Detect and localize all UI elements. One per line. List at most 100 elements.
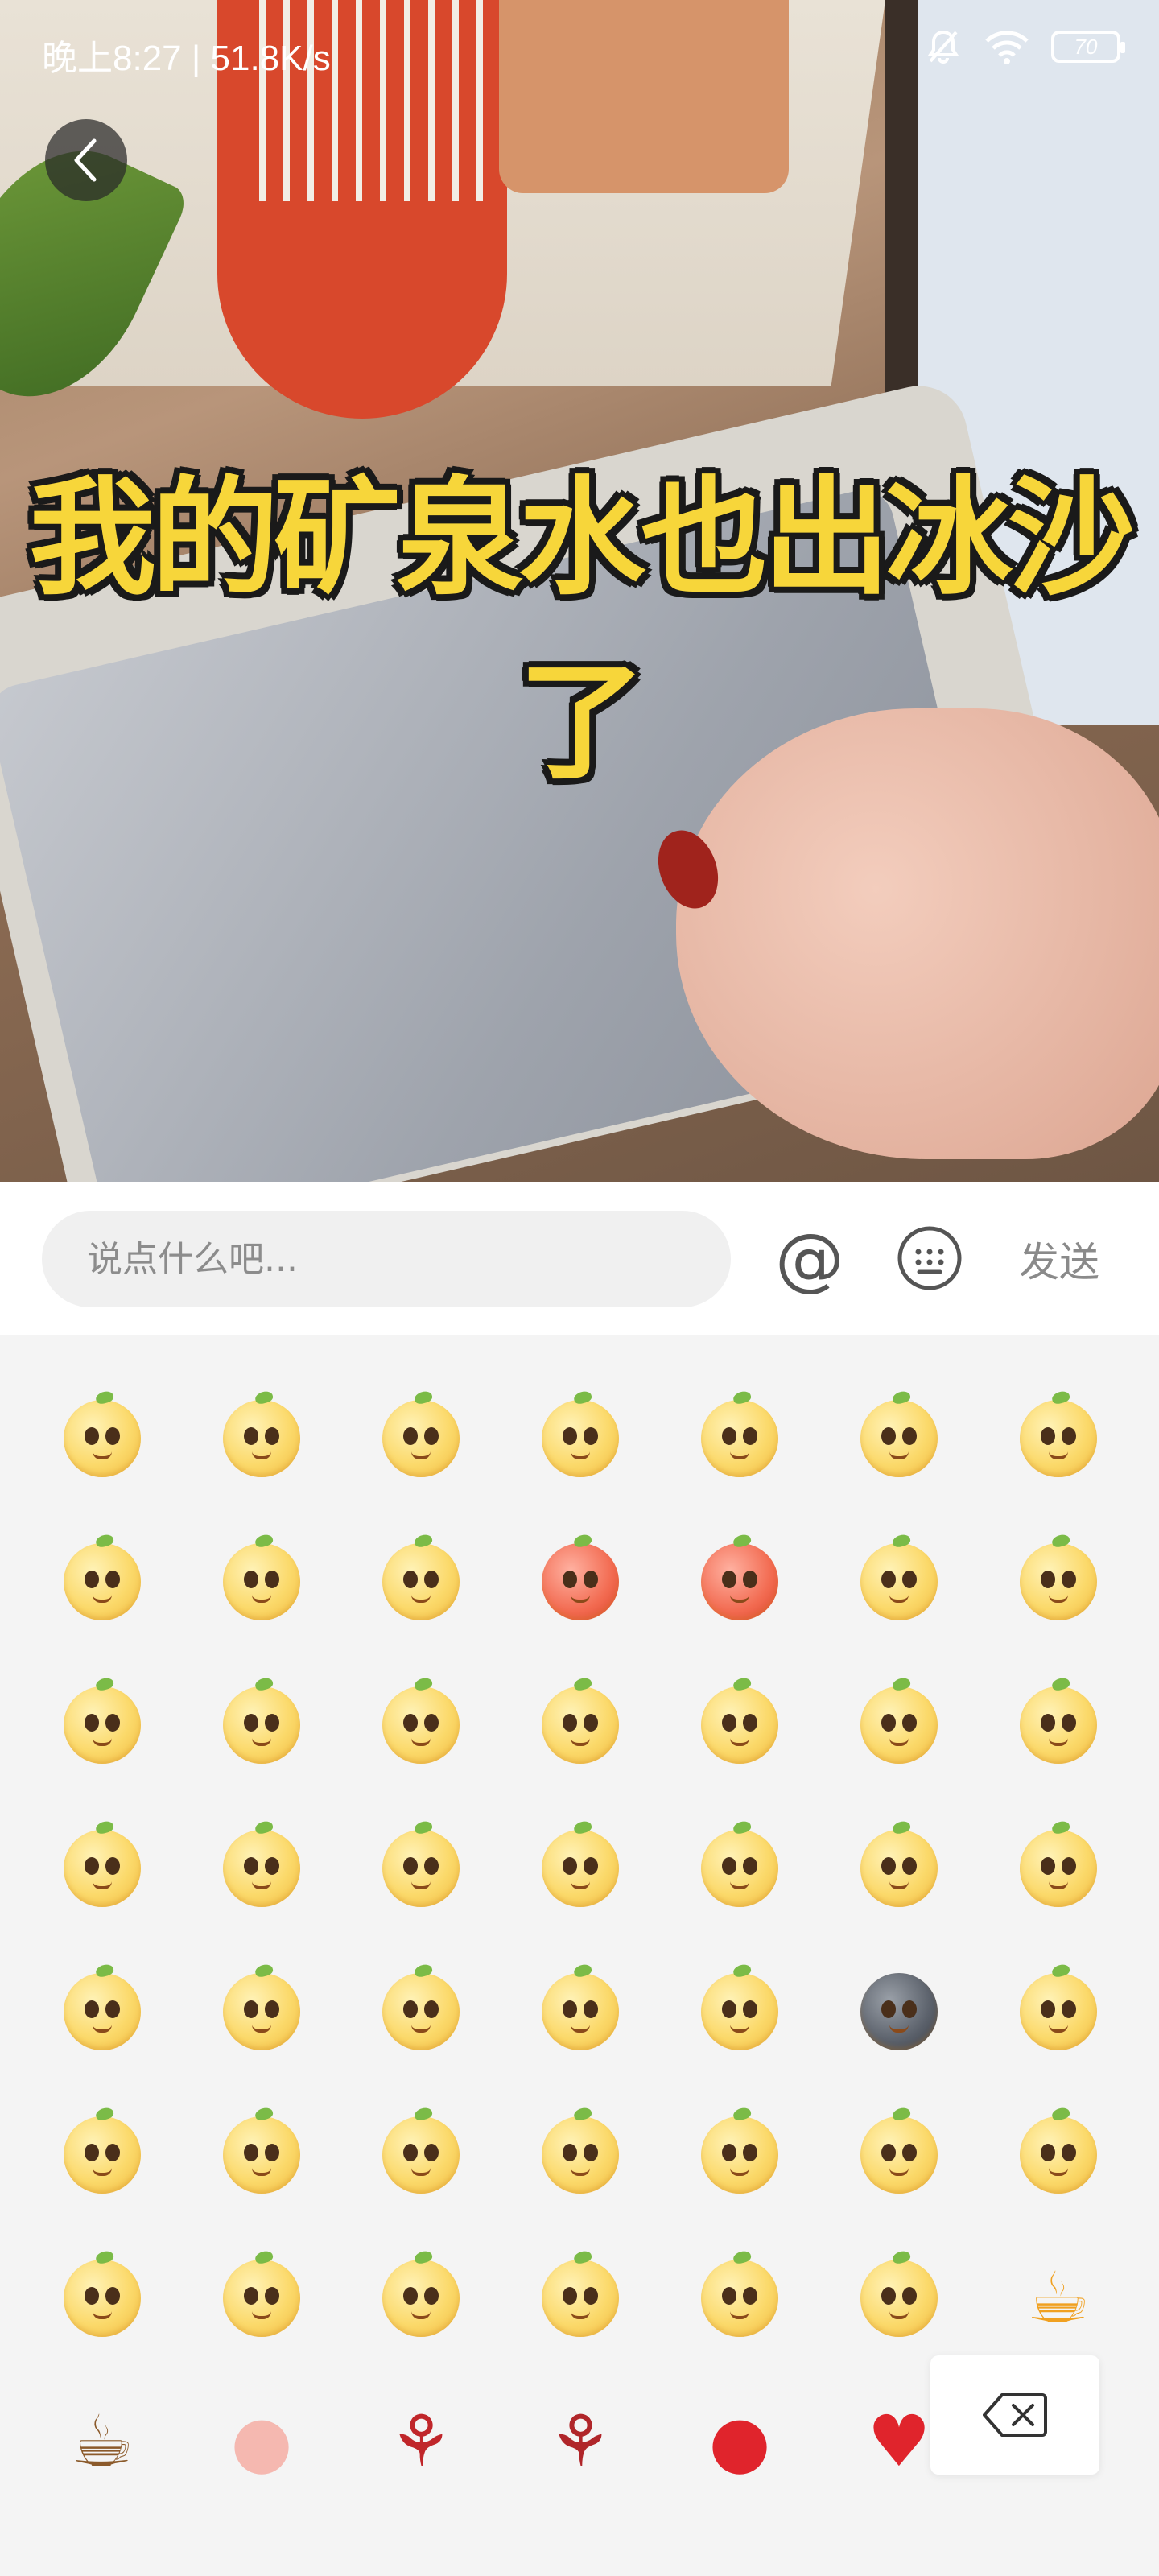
mention-button[interactable]: @ [773,1219,847,1299]
emoji-shouting[interactable] [501,1653,660,1797]
big-grin-icon [701,2116,778,2194]
scared-dark-icon [860,1973,938,2050]
comment-bar: @ 发送 [0,1182,1159,1335]
emoji-pleading[interactable] [341,1653,501,1797]
sad-icon [223,1830,300,1907]
beer-icon: ☕ [1026,2256,1091,2339]
emoji-surprised[interactable] [23,1653,182,1797]
emoji-cry-hands[interactable] [182,2227,341,2370]
emoji-sad[interactable] [182,1797,341,1940]
emoji-grid: ☕☕●⚘⚘●♥♥ [23,1367,1136,2513]
mouth-sealed-icon [64,1543,141,1620]
emoji-headband-angry[interactable] [23,1940,182,2083]
emoji-pleased[interactable] [979,2083,1138,2227]
video-caption: 我的矿泉水也出冰沙了 [29,464,1135,797]
status-bar: 晚上8:27 | 51.8K/s 70 [0,0,1159,100]
emoji-scared-dark[interactable] [819,1940,979,2083]
tears-of-joy-icon [382,1543,460,1620]
emoji-smile[interactable] [23,1367,182,1510]
thinking-icon [64,1830,141,1907]
emoji-crying[interactable] [819,1367,979,1510]
emoji-blush[interactable] [979,1653,1138,1797]
emoji-red-sweat[interactable] [501,1510,660,1653]
emoji-pitiful[interactable] [341,2227,501,2370]
emoji-punch[interactable] [182,1940,341,2083]
sunglasses-icon [701,1400,778,1477]
sleepy-icon [223,1543,300,1620]
emoji-laugh[interactable] [819,1797,979,1940]
battery-level: 70 [1074,34,1098,59]
dizzy-icon [701,1973,778,2050]
emoji-tears-of-joy[interactable] [341,1510,501,1653]
emoji-mouth-sealed[interactable] [23,1510,182,1653]
emoji-sunglasses[interactable] [660,1367,819,1510]
emoji-rose[interactable]: ⚘ [341,2370,501,2513]
emoji-big-grin[interactable] [660,2083,819,2227]
thumb-smile-icon [64,2116,141,2194]
backspace-icon [983,2393,1047,2437]
emoji-hit-by-pin[interactable] [979,1940,1138,2083]
emoji-wilted-rose[interactable]: ⚘ [501,2370,660,2513]
send-button[interactable]: 发送 [1019,1230,1099,1288]
surprised-icon [64,1686,141,1764]
emoji-dizzy[interactable] [660,1940,819,2083]
red-sweat-icon [542,1543,619,1620]
video-player[interactable]: 我的矿泉水也出冰沙了 [0,0,1159,1182]
emoji-heart-eyes[interactable] [341,1367,501,1510]
emoji-kiss-heart[interactable] [660,2227,819,2370]
emoji-shocked[interactable] [501,1797,660,1940]
content-icon [860,2116,938,2194]
emoji-yawn[interactable] [341,2083,501,2227]
emoji-clap[interactable] [501,2083,660,2227]
grin-icon [1020,1543,1097,1620]
wink-star-icon [860,1543,938,1620]
confused-icon [382,1973,460,2050]
emoji-shy[interactable] [979,1367,1138,1510]
emoji-content[interactable] [819,2083,979,2227]
clap-icon [542,2116,619,2194]
emoji-thinking[interactable] [23,1797,182,1940]
emoji-blank-stare[interactable] [501,1367,660,1510]
wilted-rose-icon: ⚘ [548,2400,612,2483]
lips-icon: ● [708,2400,771,2483]
emoji-dazed[interactable] [182,1367,341,1510]
battery-icon: 70 [1051,31,1125,63]
emoji-grin[interactable] [979,1510,1138,1653]
emoji-sweating[interactable] [660,1797,819,1940]
emoji-hmm[interactable] [501,1940,660,2083]
evil-grin-icon [542,2260,619,2337]
angry-red-icon [701,1543,778,1620]
emoji-fist-bump[interactable] [23,2227,182,2370]
emoji-confused[interactable] [341,1940,501,2083]
emoji-smug[interactable] [341,1797,501,1940]
emoji-thumb-smile[interactable] [23,2083,182,2227]
emoji-coffee[interactable]: ☕ [23,2370,182,2513]
fist-bump-icon [64,2260,141,2337]
emoji-cold-sweat[interactable] [182,2083,341,2227]
emoji-sleepy[interactable] [182,1510,341,1653]
hmm-icon [542,1973,619,2050]
dazed-icon [223,1400,300,1477]
emoji-rainbow-vomit[interactable] [660,1653,819,1797]
comment-input[interactable] [42,1211,731,1307]
emoji-evil-grin[interactable] [501,2227,660,2370]
emoji-giggle[interactable] [819,1653,979,1797]
star-eyes-icon [860,2260,938,2337]
pleading-icon [382,1686,460,1764]
emoji-lips[interactable]: ● [660,2370,819,2513]
giggle-icon [860,1686,938,1764]
emoji-beer[interactable]: ☕ [979,2227,1138,2370]
kiss-heart-icon [701,2260,778,2337]
shy-icon [1020,1400,1097,1477]
back-button[interactable] [45,119,127,201]
yawn-icon [382,2116,460,2194]
punch-icon [223,1973,300,2050]
keyboard-toggle-icon[interactable] [897,1225,963,1291]
emoji-delete-button[interactable] [930,2355,1099,2475]
emoji-pig[interactable]: ● [182,2370,341,2513]
emoji-worried[interactable] [182,1653,341,1797]
emoji-wink-star[interactable] [819,1510,979,1653]
emoji-star-eyes[interactable] [819,2227,979,2370]
emoji-angry-red[interactable] [660,1510,819,1653]
emoji-smirk[interactable] [979,1797,1138,1940]
